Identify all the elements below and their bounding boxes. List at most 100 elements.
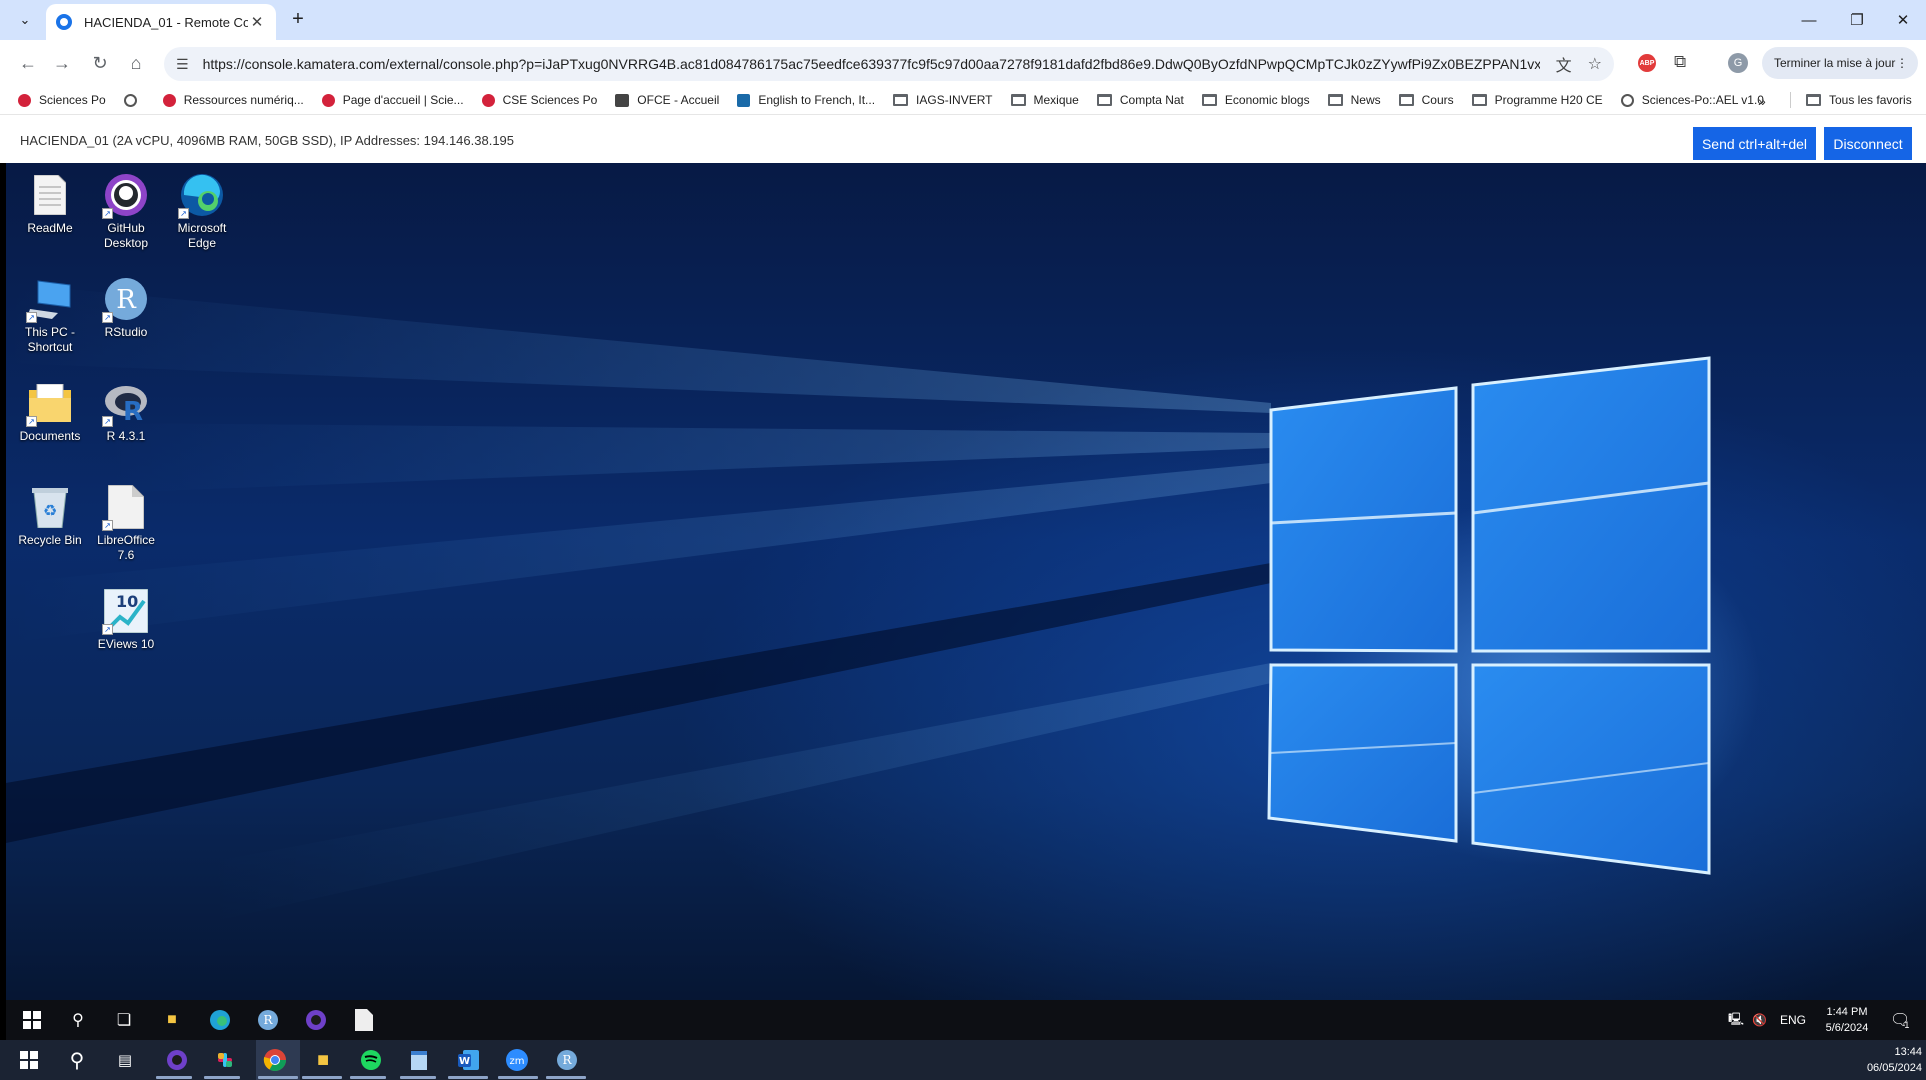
bookmark-item[interactable]: Sciences-Po::AEL v1.0 xyxy=(1620,93,1764,107)
remote-date: 5/6/2024 xyxy=(1825,1022,1869,1034)
slack-icon[interactable] xyxy=(212,1047,238,1073)
reload-icon[interactable]: ↻ xyxy=(86,50,114,76)
desktop-shortcut[interactable]: ↗ Documents xyxy=(14,381,86,444)
bookmark-label: Sciences-Po::AEL v1.0 xyxy=(1641,93,1764,107)
globe-icon xyxy=(1620,93,1634,107)
bookmark-item[interactable]: Programme H20 CE xyxy=(1471,93,1603,107)
restore-icon[interactable]: ❐ xyxy=(1834,0,1880,40)
task-view-icon[interactable]: ▤ xyxy=(112,1047,138,1073)
desktop-shortcut[interactable]: ↗ Microsoft Edge xyxy=(166,173,238,251)
bookmark-item[interactable]: English to French, It... xyxy=(737,93,875,107)
folder-icon xyxy=(1398,94,1414,106)
browser-tab-active[interactable]: HACIENDA_01 - Remote Conso ✕ xyxy=(46,4,276,40)
desktop-shortcut[interactable]: ReadMe xyxy=(14,173,86,236)
bookmark-star-icon[interactable]: ☆ xyxy=(1588,54,1602,74)
bookmark-item[interactable]: Mexique xyxy=(1010,93,1079,107)
update-button[interactable]: Terminer la mise à jour ⋮ xyxy=(1762,47,1918,79)
shortcut-arrow-icon: ↗ xyxy=(102,416,113,427)
rstudio-icon[interactable]: R xyxy=(554,1047,580,1073)
forward-icon[interactable]: → xyxy=(48,50,76,76)
local-clock[interactable]: 13:44 06/05/2024 xyxy=(1848,1044,1922,1076)
bookmark-item[interactable]: Page d'accueil | Scie... xyxy=(321,93,464,107)
site-info-icon[interactable]: ☰ xyxy=(176,56,189,73)
windows-start-icon[interactable] xyxy=(16,1047,42,1073)
language-indicator[interactable]: ENG xyxy=(1780,1000,1806,1040)
tab-search-chevron-icon[interactable]: ⌄ xyxy=(12,8,38,32)
new-tab-button[interactable]: + xyxy=(286,8,310,32)
search-icon[interactable]: ⚲ xyxy=(66,1008,90,1032)
shortcut-arrow-icon: ↗ xyxy=(26,312,37,323)
word-icon[interactable]: W xyxy=(456,1047,482,1073)
home-icon[interactable]: ⌂ xyxy=(122,50,150,76)
running-indicator xyxy=(302,1076,342,1079)
remote-clock[interactable]: 1:44 PM 5/6/2024 xyxy=(1812,1004,1882,1036)
address-bar[interactable]: ☰ https://console.kamatera.com/external/… xyxy=(164,47,1614,81)
github-desktop-icon[interactable] xyxy=(164,1047,190,1073)
shortcut-arrow-icon: ↗ xyxy=(102,520,113,531)
back-icon[interactable]: ← xyxy=(14,50,42,76)
bookmarks-bar: Sciences Po Ressources numériq... Page d'a… xyxy=(0,86,1926,114)
rstudio-taskbar-icon[interactable]: R xyxy=(256,1008,280,1032)
more-menu-icon[interactable]: ⋮ xyxy=(1896,56,1908,70)
running-indicator xyxy=(350,1076,386,1079)
libreoffice-taskbar-icon[interactable] xyxy=(352,1008,376,1032)
disconnect-button[interactable]: Disconnect xyxy=(1824,127,1912,160)
shortcut-arrow-icon: ↗ xyxy=(102,312,113,323)
running-indicator xyxy=(448,1076,488,1079)
extensions-icon[interactable]: ⧉ xyxy=(1674,52,1686,72)
edge-icon: ↗ xyxy=(178,173,224,219)
bookmark-item[interactable]: IAGS-INVERT xyxy=(893,93,993,107)
windows-start-icon[interactable] xyxy=(20,1008,44,1032)
desktop-shortcut[interactable]: R ↗ RStudio xyxy=(90,277,162,340)
bookmark-item[interactable]: Ressources numériq... xyxy=(162,93,304,107)
bookmark-item[interactable]: News xyxy=(1327,93,1381,107)
edge-taskbar-icon[interactable] xyxy=(208,1008,232,1032)
desktop-shortcut[interactable]: R ↗ R 4.3.1 xyxy=(90,381,162,444)
send-ctrl-alt-del-button[interactable]: Send ctrl+alt+del xyxy=(1693,127,1816,160)
network-icon[interactable]: 🖳 xyxy=(1728,1000,1744,1040)
desktop-shortcut[interactable]: ↗ This PC - Shortcut xyxy=(14,277,86,355)
minimize-icon[interactable]: — xyxy=(1786,0,1832,40)
eviews-icon: 10 ↗ xyxy=(102,589,148,635)
tab-close-icon[interactable]: ✕ xyxy=(248,13,266,31)
bookmark-item[interactable]: Compta Nat xyxy=(1096,93,1184,107)
windows-wallpaper xyxy=(6,283,1711,923)
desktop-shortcut[interactable]: 10 ↗ EViews 10 xyxy=(90,589,162,652)
bookmark-item[interactable]: Cours xyxy=(1398,93,1454,107)
chrome-icon[interactable] xyxy=(262,1047,288,1073)
remote-desktop[interactable]: ReadMe ↗ GitHub Desktop ↗ Microsoft Edge ↗ Thi… xyxy=(6,163,1926,1000)
bookmark-item[interactable]: Sciences Po xyxy=(18,93,106,107)
window-close-icon[interactable]: ✕ xyxy=(1880,0,1926,40)
desktop-icon-label: Microsoft Edge xyxy=(177,221,227,250)
github-desktop-icon: ↗ xyxy=(102,173,148,219)
action-center-icon[interactable]: 🗨 1 xyxy=(1890,1000,1910,1040)
desktop-icon-label: This PC - Shortcut xyxy=(24,325,75,354)
desktop-shortcut[interactable]: ↗ GitHub Desktop xyxy=(90,173,162,251)
desktop-icon-label: Documents xyxy=(19,429,81,443)
profile-avatar[interactable]: G xyxy=(1728,53,1748,73)
desktop-shortcut[interactable]: ♻ Recycle Bin xyxy=(14,485,86,548)
translate-icon[interactable]: 文 xyxy=(1556,52,1572,76)
file-explorer-icon[interactable]: ■ xyxy=(310,1047,336,1073)
adblock-plus-icon[interactable]: ABP xyxy=(1638,54,1656,72)
notepad-icon[interactable] xyxy=(406,1047,432,1073)
github-taskbar-icon[interactable] xyxy=(304,1008,328,1032)
all-bookmarks-folder[interactable]: Tous les favoris xyxy=(1806,93,1912,107)
search-icon[interactable]: ⚲ xyxy=(64,1047,90,1073)
file-explorer-icon[interactable]: ■ xyxy=(160,1008,184,1032)
shortcut-arrow-icon: ↗ xyxy=(26,416,37,427)
zoom-icon[interactable]: zm xyxy=(504,1047,530,1073)
bookmarks-overflow-icon[interactable]: » xyxy=(1758,93,1766,109)
volume-muted-icon[interactable]: 🔇 xyxy=(1752,1000,1767,1040)
desktop-shortcut[interactable]: ↗ LibreOffice 7.6 xyxy=(90,485,162,563)
spotify-icon[interactable] xyxy=(358,1047,384,1073)
bookmark-item[interactable]: OFCE - Accueil xyxy=(615,93,719,107)
folder-icon xyxy=(1010,94,1026,106)
url-text[interactable]: https://console.kamatera.com/external/co… xyxy=(203,56,1540,72)
bookmark-item[interactable]: Economic blogs xyxy=(1201,93,1310,107)
documents-folder-icon: ↗ xyxy=(26,381,72,427)
task-view-icon[interactable]: ❏ xyxy=(112,1008,136,1032)
bookmark-item[interactable] xyxy=(123,93,145,107)
svg-text:R: R xyxy=(123,397,143,423)
bookmark-item[interactable]: CSE Sciences Po xyxy=(481,93,597,107)
